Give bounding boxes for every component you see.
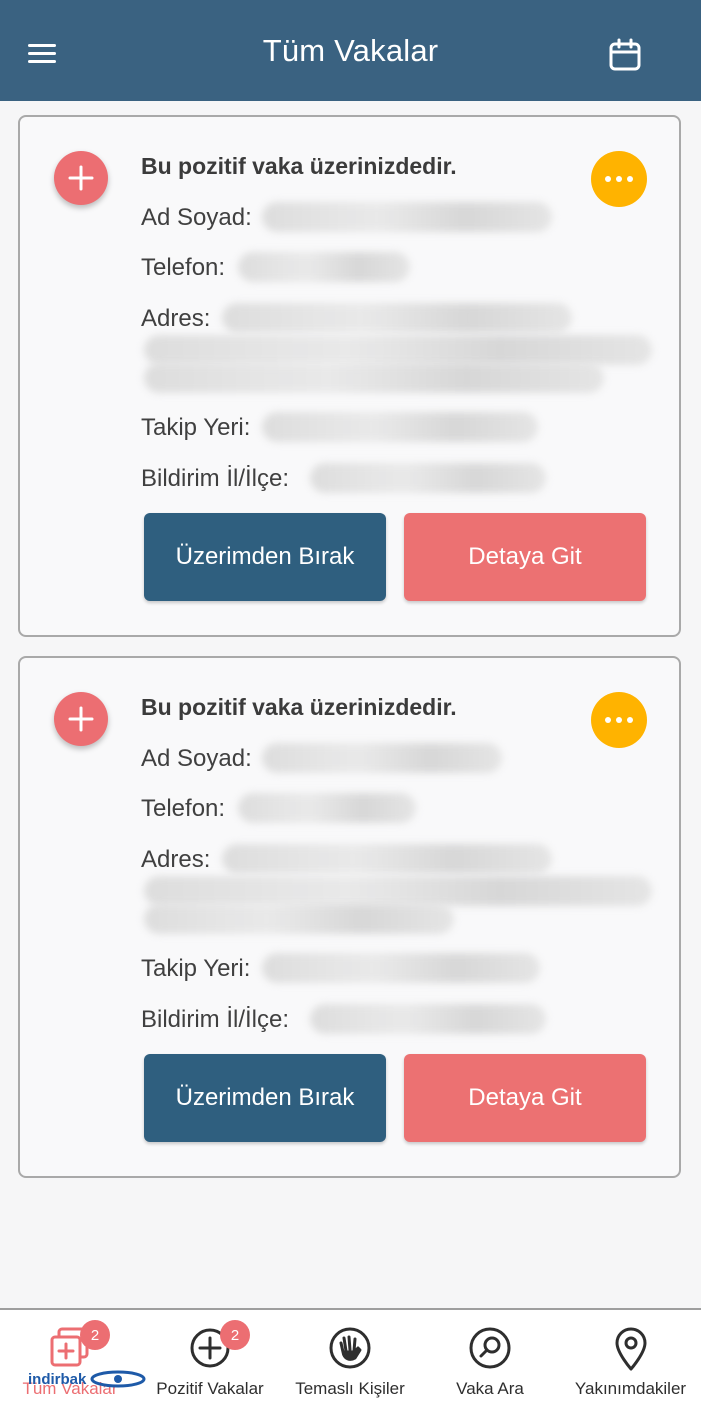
case-status: Bu pozitif vaka üzerinizdedir. [141, 153, 457, 179]
dot-icon [627, 717, 633, 723]
address-label: Adres: [141, 846, 211, 873]
tab-label: Temaslı Kişiler [295, 1379, 405, 1398]
go-to-detail-button[interactable]: Detaya Git [404, 1054, 646, 1142]
watermark: indirbak [28, 1370, 146, 1388]
search-icon [469, 1327, 511, 1369]
calendar-icon[interactable] [608, 38, 642, 72]
tab-label: Pozitif Vakalar [156, 1379, 264, 1398]
tracking-value-redacted [262, 953, 540, 983]
watermark-text: indirbak [28, 1370, 87, 1388]
page-title: Tüm Vakalar [262, 32, 439, 68]
more-options-button[interactable] [591, 151, 647, 207]
address-value-redacted [222, 844, 552, 874]
name-label: Ad Soyad: [141, 204, 252, 231]
menu-icon[interactable] [28, 44, 56, 66]
add-case-button[interactable] [54, 692, 108, 746]
phone-label: Telefon: [141, 795, 226, 822]
hand-icon [329, 1327, 371, 1369]
tab-label: Vaka Ara [456, 1379, 524, 1398]
more-options-button[interactable] [591, 692, 647, 748]
app-header: Tüm Vakalar [0, 0, 701, 101]
location-pin-icon [615, 1327, 646, 1371]
notify-label: Bildirim İl/İlçe: [141, 1006, 290, 1033]
tab-all-cases[interactable]: 2 Tüm Vakalar [0, 1310, 140, 1408]
name-value-redacted [262, 743, 502, 773]
notify-value-redacted [310, 1004, 546, 1034]
name-label: Ad Soyad: [141, 745, 252, 772]
case-card: Bu pozitif vaka üzerinizdedir. Ad Soyad:… [18, 656, 681, 1178]
plus-icon [68, 165, 94, 191]
dot-icon [605, 717, 611, 723]
bottom-tab-bar: 2 Tüm Vakalar 2 Pozitif Vakalar Temaslı … [0, 1308, 701, 1408]
tab-nearby[interactable]: Yakınımdakiler [560, 1310, 701, 1408]
address-value-redacted [144, 335, 652, 365]
go-to-detail-button[interactable]: Detaya Git [404, 513, 646, 601]
dot-icon [616, 717, 622, 723]
phone-label: Telefon: [141, 254, 226, 281]
release-case-button[interactable]: Üzerimden Bırak [144, 513, 386, 601]
phone-value-redacted [238, 252, 410, 282]
tab-contacts[interactable]: Temaslı Kişiler [280, 1310, 420, 1408]
tracking-label: Takip Yeri: [141, 414, 251, 441]
tab-search-case[interactable]: Vaka Ara [420, 1310, 560, 1408]
dot-icon [616, 176, 622, 182]
notify-label: Bildirim İl/İlçe: [141, 465, 290, 492]
watermark-logo-icon [90, 1370, 146, 1388]
address-value-redacted [144, 876, 652, 906]
plus-icon [68, 706, 94, 732]
tab-badge: 2 [80, 1320, 110, 1350]
dot-icon [605, 176, 611, 182]
address-value-redacted [144, 363, 604, 393]
tracking-label: Takip Yeri: [141, 955, 251, 982]
tab-badge: 2 [220, 1320, 250, 1350]
notify-value-redacted [310, 463, 546, 493]
tab-positive-cases[interactable]: 2 Pozitif Vakalar [140, 1310, 280, 1408]
add-case-button[interactable] [54, 151, 108, 205]
phone-value-redacted [238, 793, 416, 823]
address-label: Adres: [141, 305, 211, 332]
tab-label: Yakınımdakiler [574, 1379, 687, 1398]
address-value-redacted [144, 904, 454, 934]
tracking-value-redacted [262, 412, 538, 442]
release-case-button[interactable]: Üzerimden Bırak [144, 1054, 386, 1142]
case-card: Bu pozitif vaka üzerinizdedir. Ad Soyad:… [18, 115, 681, 637]
name-value-redacted [262, 202, 552, 232]
case-status: Bu pozitif vaka üzerinizdedir. [141, 694, 457, 720]
dot-icon [627, 176, 633, 182]
address-value-redacted [222, 303, 572, 333]
